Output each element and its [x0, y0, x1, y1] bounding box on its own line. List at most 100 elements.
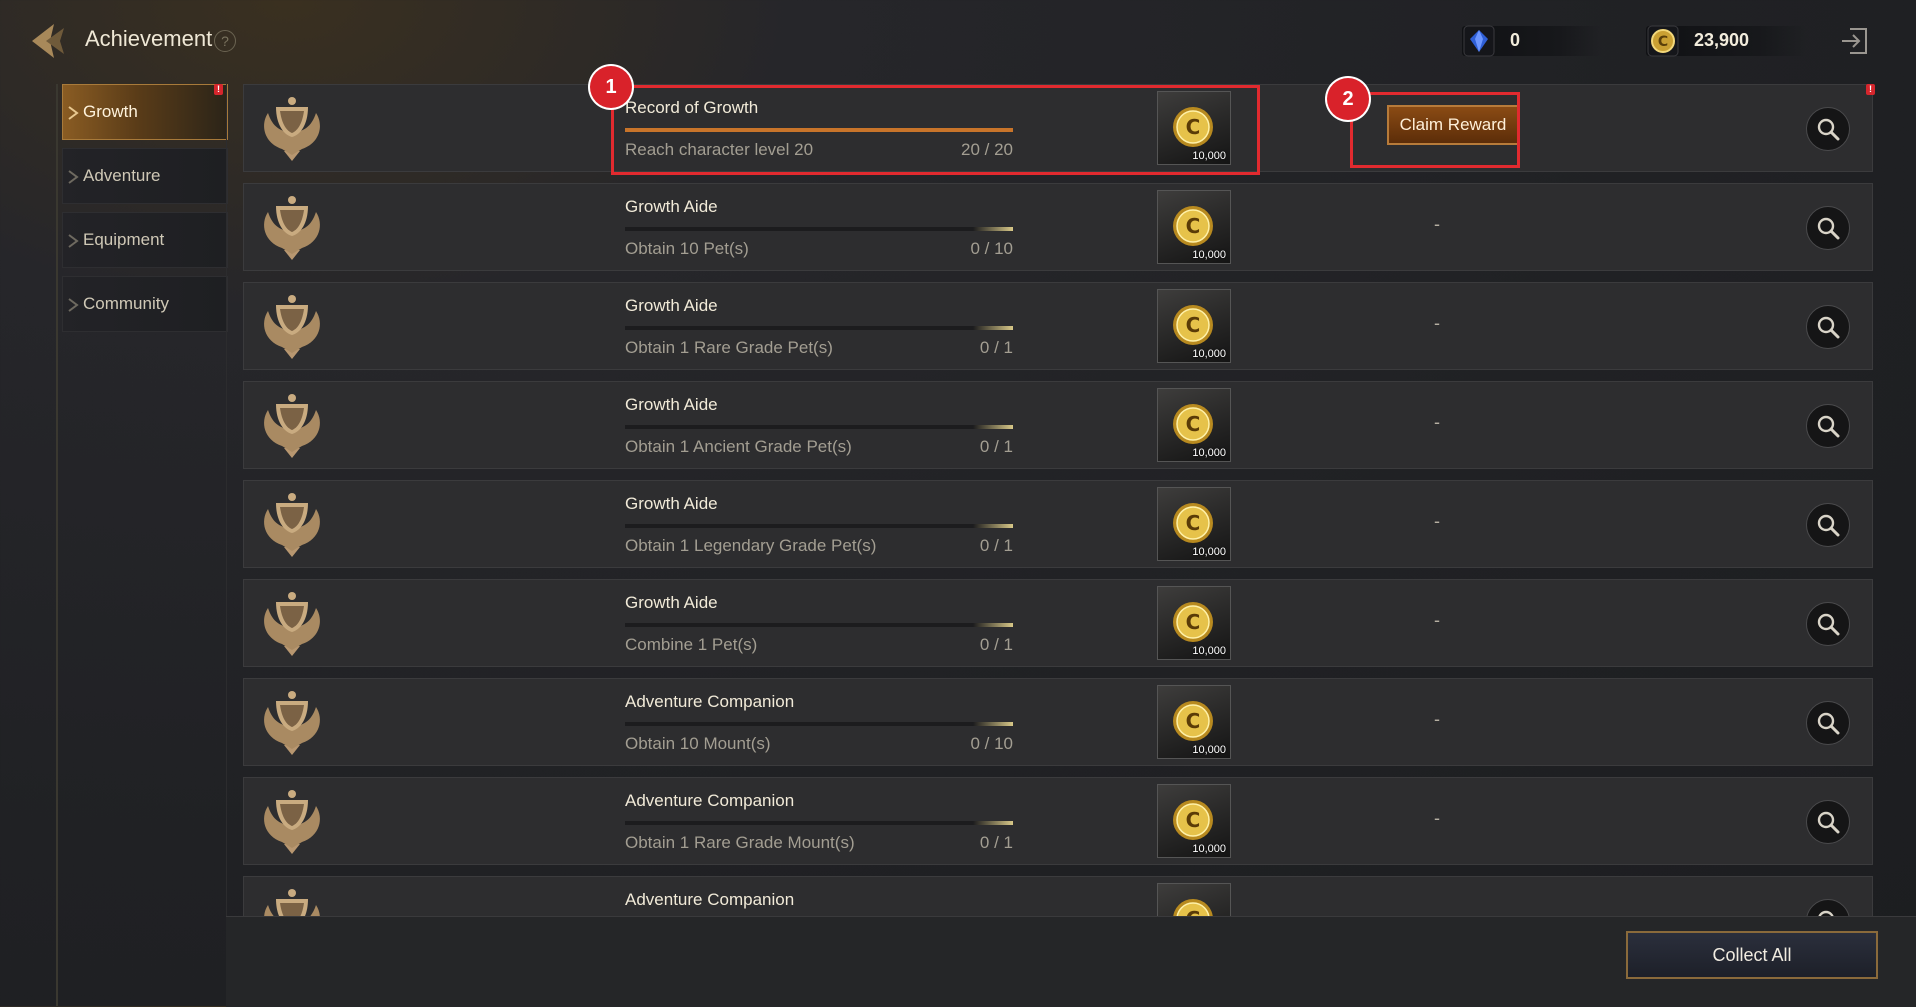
sidebar-item-adventure[interactable]: Adventure — [62, 148, 228, 204]
achievement-title: Growth Aide — [625, 593, 718, 612]
achievement-description: Obtain 1 Legendary Grade Pet(s) — [625, 536, 877, 555]
chevron-right-icon — [68, 234, 79, 248]
highlight-box-achievement — [611, 85, 1260, 175]
highlight-box-claim — [1350, 92, 1520, 168]
progress-fill — [973, 821, 1013, 825]
sidebar-item-equipment[interactable]: Equipment — [62, 212, 228, 268]
achievement-progress: 0 / 1 — [979, 536, 1013, 555]
reward-amount: 10,000 — [1192, 744, 1226, 756]
exit-icon[interactable] — [1838, 24, 1872, 58]
achievement-description: Obtain 10 Mount(s) — [625, 734, 771, 753]
chevron-right-icon — [68, 106, 79, 120]
search-icon[interactable] — [1806, 701, 1850, 745]
gem-count: 0 — [1510, 30, 1521, 50]
achievement-description: Obtain 1 Rare Grade Pet(s) — [625, 338, 833, 357]
progress-bar — [625, 524, 1013, 528]
trophy-emblem-icon — [254, 685, 330, 761]
gold-coin-icon: C — [1171, 204, 1215, 248]
reward-status: - — [1434, 313, 1440, 333]
sidebar-item-growth[interactable]: Growth — [62, 84, 228, 140]
achievement-row: Growth Aide Obtain 1 Legendary Grade Pet(… — [243, 480, 1873, 568]
reward-slot[interactable]: C 10,000 — [1157, 586, 1231, 660]
svg-text:C: C — [1186, 511, 1201, 535]
reward-status: - — [1434, 610, 1440, 630]
progress-fill — [973, 425, 1013, 429]
achievement-title: Growth Aide — [625, 197, 718, 216]
search-icon[interactable] — [1806, 602, 1850, 646]
trophy-emblem-icon — [254, 91, 330, 167]
chevron-right-icon — [68, 298, 79, 312]
progress-bar — [625, 722, 1013, 726]
gem-currency: 0 — [1462, 24, 1612, 58]
svg-text:C: C — [1186, 214, 1201, 238]
achievement-row: Growth Aide Obtain 1 Rare Grade Pet(s) 0 /… — [243, 282, 1873, 370]
search-icon[interactable] — [1806, 305, 1850, 349]
search-icon[interactable] — [1806, 404, 1850, 448]
achievement-list[interactable]: Record of Growth Reach character level 20… — [226, 84, 1877, 916]
trophy-emblem-icon — [254, 586, 330, 662]
progress-fill — [973, 623, 1013, 627]
footer-bar: Collect All — [226, 916, 1916, 1007]
achievement-row: Growth Aide Combine 1 Pet(s) 0 / 1 C 10,00… — [243, 579, 1873, 667]
reward-status: - — [1434, 808, 1440, 828]
back-arrow-icon[interactable] — [26, 18, 72, 64]
achievement-progress: 0 / 1 — [979, 635, 1013, 654]
reward-slot[interactable]: C 10,000 — [1157, 289, 1231, 363]
sidebar-item-label: Equipment — [83, 230, 165, 249]
reward-amount: 10,000 — [1192, 447, 1226, 459]
sidebar-item-label: Adventure — [83, 166, 161, 185]
callout-marker: 2 — [1327, 78, 1369, 120]
achievement-description: Obtain 10 Pet(s) — [625, 239, 749, 258]
reward-amount: 10,000 — [1192, 348, 1226, 360]
trophy-emblem-icon — [254, 883, 330, 916]
callout-marker: 1 — [590, 66, 632, 108]
trophy-emblem-icon — [254, 388, 330, 464]
search-icon[interactable] — [1806, 899, 1850, 916]
progress-fill — [973, 227, 1013, 231]
reward-amount: 10,000 — [1192, 843, 1226, 855]
progress-bar — [625, 227, 1013, 231]
progress-bar — [625, 623, 1013, 627]
reward-status: - — [1434, 412, 1440, 432]
progress-fill — [973, 722, 1013, 726]
achievement-row: Growth Aide Obtain 1 Ancient Grade Pet(s)… — [243, 381, 1873, 469]
svg-text:C: C — [1186, 709, 1201, 733]
reward-slot[interactable]: C 10,000 — [1157, 388, 1231, 462]
notification-badge: ! — [1866, 84, 1875, 95]
achievement-row: Adventure Companion C — [243, 876, 1873, 916]
achievement-description: Combine 1 Pet(s) — [625, 635, 758, 654]
svg-text:C: C — [1186, 907, 1201, 916]
reward-slot[interactable]: C 10,000 — [1157, 487, 1231, 561]
reward-slot[interactable]: C — [1157, 883, 1231, 916]
reward-slot[interactable]: C 10,000 — [1157, 685, 1231, 759]
achievement-title: Adventure Companion — [625, 791, 795, 810]
progress-fill — [973, 524, 1013, 528]
gold-coin-icon: C — [1647, 25, 1679, 57]
search-icon[interactable] — [1806, 107, 1850, 151]
achievement-progress: 0 / 1 — [979, 338, 1013, 357]
help-icon[interactable]: ? — [214, 30, 236, 52]
achievement-description: Obtain 1 Ancient Grade Pet(s) — [625, 437, 852, 456]
reward-slot[interactable]: C 10,000 — [1157, 784, 1231, 858]
svg-text:C: C — [1186, 610, 1201, 634]
reward-amount: 10,000 — [1192, 645, 1226, 657]
gold-coin-icon: C — [1171, 303, 1215, 347]
search-icon[interactable] — [1806, 206, 1850, 250]
search-icon[interactable] — [1806, 503, 1850, 547]
gold-coin-icon: C — [1171, 798, 1215, 842]
trophy-emblem-icon — [254, 784, 330, 860]
gold-coin-icon: C — [1171, 402, 1215, 446]
coin-currency: C 23,900 — [1646, 24, 1806, 58]
reward-slot[interactable]: C 10,000 — [1157, 190, 1231, 264]
gold-coin-icon: C — [1171, 699, 1215, 743]
gold-coin-icon: C — [1171, 600, 1215, 644]
achievement-progress: 0 / 1 — [979, 833, 1013, 852]
achievement-title: Growth Aide — [625, 494, 718, 513]
reward-amount: 10,000 — [1192, 249, 1226, 261]
achievement-progress: 0 / 1 — [979, 437, 1013, 456]
achievement-row: Adventure Companion Obtain 10 Mount(s) 0 /… — [243, 678, 1873, 766]
collect-all-button[interactable]: Collect All — [1626, 931, 1878, 979]
sidebar-item-community[interactable]: Community — [62, 276, 228, 332]
search-icon[interactable] — [1806, 800, 1850, 844]
svg-text:C: C — [1658, 34, 1668, 50]
